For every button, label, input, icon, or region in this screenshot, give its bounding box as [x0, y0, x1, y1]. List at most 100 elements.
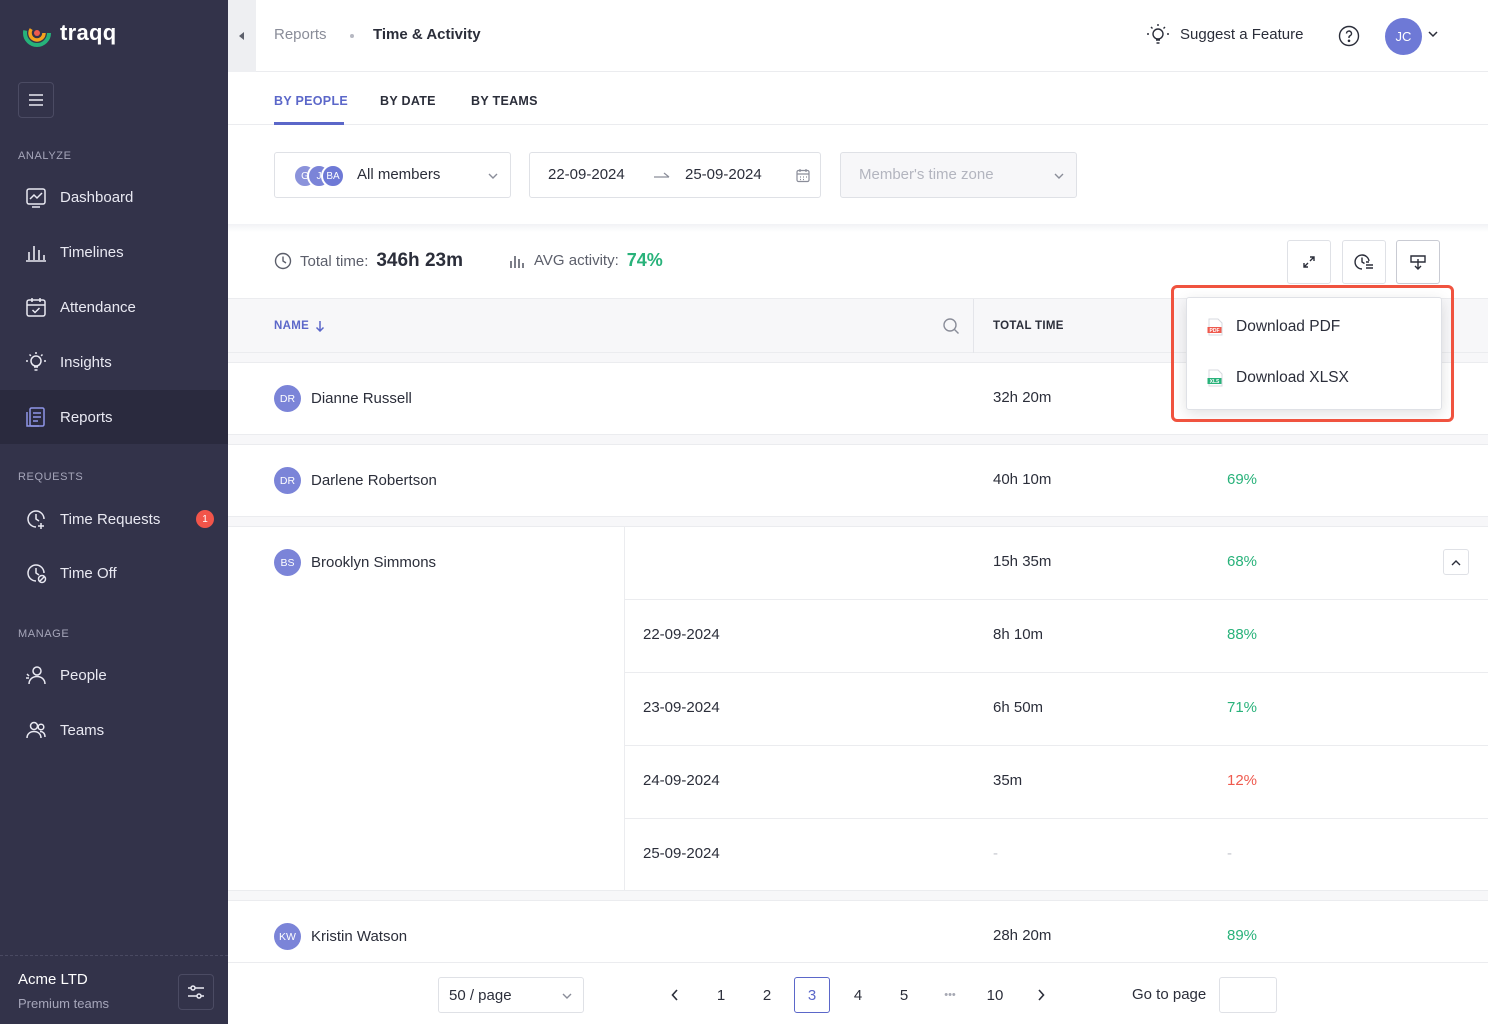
avatar: BS [274, 549, 301, 576]
sidebar-item-teams[interactable]: Teams [0, 703, 228, 757]
calendar-check-icon [26, 298, 46, 317]
sidebar-item-attendance[interactable]: Attendance [0, 280, 228, 334]
avg-activity-summary: AVG activity: 74% [508, 250, 663, 271]
sidebar-item-label: Insights [60, 353, 112, 371]
column-name-label: NAME [274, 320, 310, 332]
organization-settings-button[interactable] [178, 974, 214, 1010]
person-name: Dianne Russell [311, 390, 412, 407]
total-time-cell: 28h 20m [993, 927, 1052, 944]
page-1[interactable]: 1 [703, 977, 739, 1013]
report-tabs: BY PEOPLE BY DATE BY TEAMS [228, 72, 1488, 125]
clock-plus-icon [27, 510, 45, 529]
avatar: KW [274, 923, 301, 950]
column-total-time[interactable]: TOTAL TIME [993, 320, 1064, 332]
chevron-down-icon [488, 173, 498, 179]
go-to-page-input[interactable] [1219, 977, 1277, 1013]
chevron-down-icon [562, 993, 572, 999]
help-icon[interactable] [1338, 25, 1360, 47]
brand-logo[interactable]: traqq [22, 18, 117, 48]
page-title: Time & Activity [373, 26, 481, 43]
subrow-divider [624, 599, 1488, 600]
avatar: DR [274, 467, 301, 494]
person-name: Brooklyn Simmons [311, 554, 437, 571]
page-4[interactable]: 4 [840, 977, 876, 1013]
total-time-summary: Total time: 346h 23m [274, 250, 463, 272]
day-date: 24-09-2024 [643, 772, 720, 789]
collapse-arrows-icon [1303, 256, 1315, 268]
next-page-button[interactable] [1023, 977, 1059, 1013]
bar-chart-icon [26, 246, 46, 262]
table-row-expanded[interactable]: BS Brooklyn Simmons 15h 35m 68% 22-09-20… [228, 527, 1488, 891]
collapse-row-button[interactable] [1443, 549, 1469, 575]
page-ellipsis[interactable]: ••• [932, 977, 968, 1013]
brand-name: traqq [60, 20, 117, 45]
avg-activity-value: 74% [626, 250, 663, 270]
download-icon [1410, 255, 1426, 270]
arrow-down-icon [316, 321, 325, 332]
sidebar-item-label: Timelines [60, 243, 124, 261]
person-cell: DR Darlene Robertson [274, 467, 437, 494]
top-header: Reports Time & Activity Suggest a Featur… [256, 0, 1488, 72]
person-cell: BS Brooklyn Simmons [274, 549, 436, 576]
page-10[interactable]: 10 [977, 977, 1013, 1013]
hamburger-icon [29, 94, 43, 106]
reports-icon [26, 407, 45, 427]
timezone-select[interactable]: Member's time zone [840, 152, 1077, 198]
members-select-value: All members [357, 166, 441, 183]
page-5[interactable]: 5 [886, 977, 922, 1013]
download-menu-highlight [1171, 285, 1454, 422]
day-date: 23-09-2024 [643, 699, 720, 716]
sidebar-item-insights[interactable]: Insights [0, 335, 228, 389]
sidebar-item-time-off[interactable]: Time Off [0, 546, 228, 600]
page-size-select[interactable]: 50 / page [438, 977, 584, 1013]
sidebar: traqq ANALYZE Dashboard Timelines Attend… [0, 0, 228, 1024]
sidebar-item-reports[interactable]: Reports [0, 390, 228, 444]
day-activity: 12% [1227, 772, 1258, 789]
search-icon[interactable] [942, 317, 960, 335]
time-settings-button[interactable] [1342, 240, 1386, 284]
subrow-divider [624, 818, 1488, 819]
user-avatar[interactable]: JC [1385, 18, 1422, 55]
arrow-right-icon [654, 172, 670, 178]
date-to[interactable]: 25-09-2024 [685, 166, 762, 183]
table-row[interactable]: DR Darlene Robertson 40h 10m 69% [228, 445, 1488, 517]
members-select[interactable]: G J BA All members [274, 152, 511, 198]
person-name: Darlene Robertson [311, 472, 437, 489]
sidebar-item-label: Dashboard [60, 188, 134, 206]
tab-by-teams[interactable]: BY TEAMS [471, 94, 538, 108]
date-from[interactable]: 22-09-2024 [548, 166, 625, 183]
day-time: - [993, 845, 998, 862]
clock-icon [274, 252, 292, 270]
prev-page-button[interactable] [657, 977, 693, 1013]
chevron-down-icon[interactable] [1427, 30, 1439, 38]
sidebar-item-timelines[interactable]: Timelines [0, 225, 228, 279]
row-gap [228, 435, 1488, 445]
menu-toggle-button[interactable] [18, 82, 54, 118]
expand-all-button[interactable] [1287, 240, 1331, 284]
sliders-icon [188, 985, 204, 999]
sidebar-collapse-button[interactable] [228, 0, 256, 72]
total-time-cell: 40h 10m [993, 471, 1052, 488]
activity-cell: 68% [1227, 553, 1258, 570]
organization-plan: Premium teams [18, 996, 110, 1011]
tab-by-date[interactable]: BY DATE [380, 94, 436, 108]
sidebar-item-time-requests[interactable]: Time Requests 1 [0, 492, 228, 546]
subrow-divider [624, 745, 1488, 746]
date-range-picker[interactable]: 22-09-2024 25-09-2024 [529, 152, 821, 198]
tab-by-people[interactable]: BY PEOPLE [274, 94, 348, 108]
page-2[interactable]: 2 [749, 977, 785, 1013]
traqq-logo-icon [23, 19, 51, 47]
sidebar-item-dashboard[interactable]: Dashboard [0, 170, 228, 224]
section-analyze: ANALYZE [18, 150, 72, 162]
section-requests: REQUESTS [18, 471, 84, 483]
chevron-left-icon [671, 989, 678, 1001]
sort-by-name-button[interactable]: NAME [274, 320, 325, 332]
download-button[interactable] [1396, 240, 1440, 284]
suggest-feature-button[interactable]: Suggest a Feature [1146, 22, 1303, 46]
breadcrumb-reports[interactable]: Reports [274, 26, 327, 43]
section-manage: MANAGE [18, 628, 70, 640]
page-3-current[interactable]: 3 [794, 977, 830, 1013]
sidebar-item-people[interactable]: People [0, 648, 228, 702]
suggest-feature-label: Suggest a Feature [1180, 25, 1304, 43]
total-time-cell: 32h 20m [993, 389, 1052, 406]
